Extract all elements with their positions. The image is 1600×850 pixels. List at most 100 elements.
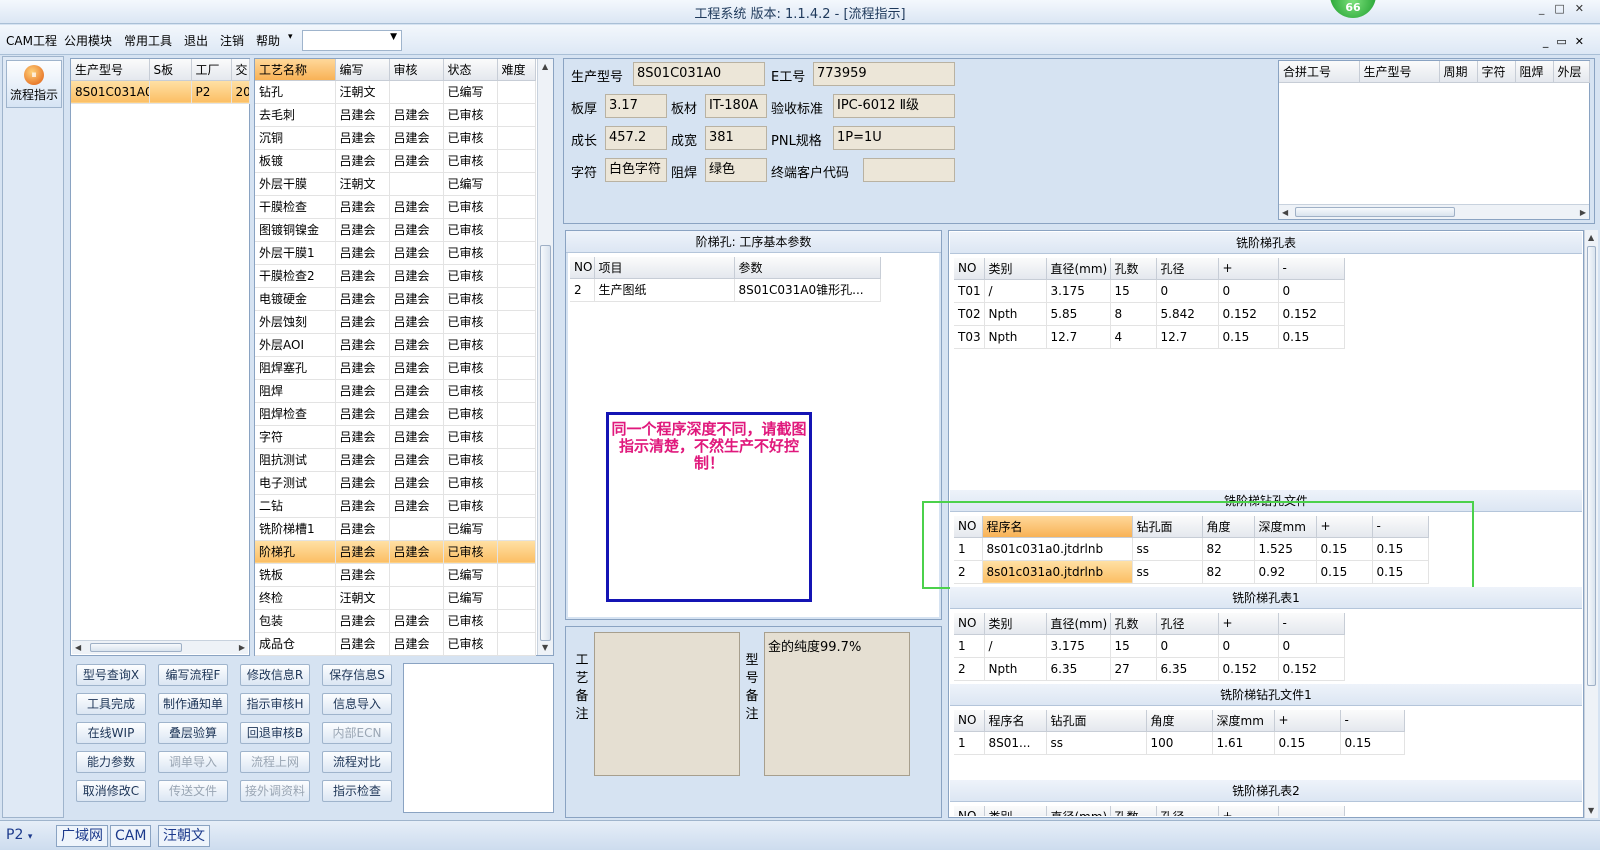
flow-instruction-button[interactable]: ⏸ 流程指示 [6,60,62,108]
field-thickness[interactable]: 3.17 [605,94,667,118]
column-header[interactable]: NO [954,806,985,816]
table-row[interactable]: 去毛刺 吕建会 吕建会 已审核 [255,103,536,127]
table-row[interactable]: 1 8S01... ss 100 1.61 0.15 0.15 [954,731,1405,755]
action-button[interactable]: 指示检查 [322,780,392,802]
scroll-thumb[interactable] [540,245,551,641]
column-header[interactable]: + [1218,613,1279,635]
column-header[interactable]: 钻孔面 [1046,710,1147,732]
scroll-right-icon[interactable]: ▶ [1580,208,1586,217]
column-header[interactable]: 直径(mm) [1046,258,1111,280]
action-button[interactable]: 流程对比 [322,751,392,773]
factory-select[interactable]: P2 ▾ [2,825,52,847]
table-row[interactable]: 1/3.175 15 0 0 0 [954,634,1345,658]
action-button[interactable]: 制作通知单 [158,693,228,715]
column-header[interactable]: 程序名 [984,710,1047,732]
scroll-down-icon[interactable]: ▼ [542,643,548,652]
scroll-down-icon[interactable]: ▼ [1588,806,1594,815]
col-merge-cycle[interactable]: 周期 [1439,61,1478,83]
column-header[interactable]: 直径(mm) [1046,806,1111,816]
action-button[interactable]: 能力参数 [76,751,146,773]
action-button[interactable]: 流程上网 [240,751,310,773]
table-row[interactable]: T03 Npth 12.7 4 12.7 0.15 0.15 [954,325,1345,349]
column-header[interactable]: 角度 [1146,710,1213,732]
column-header[interactable]: NO [954,258,985,280]
action-button[interactable]: 信息导入 [322,693,392,715]
column-header[interactable]: - [1278,258,1345,280]
process-vscrollbar[interactable]: ▲ ▼ [537,59,553,655]
table-row[interactable]: 阻抗测试 吕建会 吕建会 已审核 [255,448,536,472]
table-row[interactable]: 干膜检查2 吕建会 吕建会 已审核 [255,264,536,288]
scroll-left-icon[interactable]: ◀ [1282,208,1288,217]
column-header[interactable]: 类别 [984,613,1047,635]
action-button[interactable]: 保存信息S [322,664,392,686]
column-header[interactable]: - [1278,613,1345,635]
col-due[interactable]: 交 [231,59,250,81]
column-header[interactable]: 孔数 [1110,806,1157,816]
action-button[interactable]: 在线WIP [76,722,146,744]
column-header[interactable]: 孔数 [1110,613,1157,635]
col-merge-legend[interactable]: 字符 [1477,61,1516,83]
menu-overflow-icon[interactable]: ▾ [288,32,293,42]
column-header[interactable]: 类别 [984,258,1047,280]
field-acceptance[interactable]: IPC-6012 Ⅱ级 [833,94,955,118]
col-model[interactable]: 生产型号 [71,59,150,81]
table-row[interactable]: T02 Npth 5.85 8 5.842 0.152 0.152 [954,302,1345,326]
field-pnl[interactable]: 1P=1U [833,126,955,150]
col-merge-outer[interactable]: 外层 [1553,61,1590,83]
table-row[interactable]: 铣板 吕建会 已编写 [255,563,536,587]
table-row[interactable]: 电镀硬金 吕建会 吕建会 已审核 [255,287,536,311]
column-header[interactable]: 孔数 [1110,258,1157,280]
field-e-number[interactable]: 773959 [813,62,955,86]
table-row[interactable]: 外层蚀刻 吕建会 吕建会 已审核 [255,310,536,334]
action-button[interactable]: 叠层验算 [158,722,228,744]
scroll-thumb[interactable] [90,643,182,652]
scroll-up-icon[interactable]: ▲ [1588,233,1594,242]
col-item[interactable]: 项目 [594,257,735,279]
menu-exit[interactable]: 退出 [184,32,208,49]
table-row[interactable]: 成品仓 吕建会 吕建会 已审核 [255,632,536,656]
action-button[interactable]: 指示审核H [240,693,310,715]
column-header[interactable]: - [1278,806,1345,816]
col-no[interactable]: NO [570,257,595,279]
field-legend[interactable]: 白色字符 [605,158,667,182]
action-button[interactable]: 取消修改C [76,780,146,802]
action-button[interactable]: 编写流程F [158,664,228,686]
table-row[interactable]: 阻焊 吕建会 吕建会 已审核 [255,379,536,403]
col-author[interactable]: 编写 [335,59,390,81]
table-row[interactable]: 铣阶梯槽1 吕建会 已编写 [255,517,536,541]
col-param[interactable]: 参数 [734,257,881,279]
column-header[interactable]: + [1274,710,1341,732]
column-header[interactable]: 孔径 [1156,613,1219,635]
field-length[interactable]: 457.2 [605,126,667,150]
column-header[interactable]: 类别 [984,806,1047,816]
scroll-up-icon[interactable]: ▲ [542,62,548,71]
table-row[interactable]: 阻焊塞孔 吕建会 吕建会 已审核 [255,356,536,380]
action-button[interactable]: 传送文件 [158,780,228,802]
column-header[interactable]: 直径(mm) [1046,613,1111,635]
action-button[interactable]: 修改信息R [240,664,310,686]
merge-hscrollbar[interactable]: ◀ ▶ [1279,204,1589,219]
table-row[interactable]: 沉铜 吕建会 吕建会 已审核 [255,126,536,150]
field-width[interactable]: 381 [705,126,767,150]
action-button[interactable]: 回退审核B [240,722,310,744]
col-reviewer[interactable]: 审核 [389,59,444,81]
scroll-thumb[interactable] [1587,246,1596,686]
table-row[interactable]: 2 Npth 6.35 27 6.35 0.152 0.152 [954,657,1345,681]
column-header[interactable]: NO [954,613,985,635]
table-row[interactable]: 外层干膜 汪朝文 已编写 [255,172,536,196]
table-row[interactable]: 阶梯孔 吕建会 吕建会 已审核 [255,540,536,564]
craft-note-field[interactable] [594,632,740,776]
menu-help[interactable]: 帮助 [256,32,280,49]
table-row[interactable]: 钻孔 汪朝文 已编写 [255,80,536,104]
table-row[interactable]: 2 生产图纸 8S01C031A0锥形孔... [570,278,881,302]
field-solder-mask[interactable]: 绿色 [705,158,767,182]
table-row[interactable]: 阻焊检查 吕建会 吕建会 已审核 [255,402,536,426]
col-difficulty[interactable]: 难度 [497,59,536,81]
menu-common-tools[interactable]: 常用工具 [124,32,172,49]
table-row[interactable]: 图镀铜镍金 吕建会 吕建会 已审核 [255,218,536,242]
menu-logout[interactable]: 注销 [220,32,244,49]
column-header[interactable]: 孔径 [1156,806,1219,816]
mdi-window-controls[interactable]: _▭✕ [1543,35,1592,48]
table-row[interactable]: 干膜检查 吕建会 吕建会 已审核 [255,195,536,219]
scroll-thumb[interactable] [1295,207,1455,217]
